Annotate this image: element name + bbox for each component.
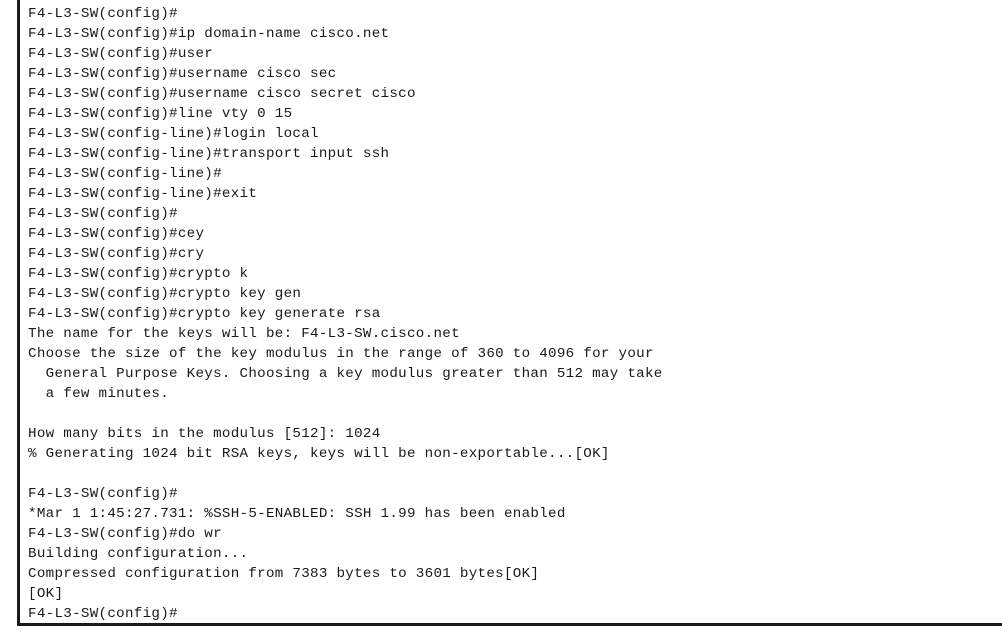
terminal-line: F4-L3-SW(config)#cey <box>28 226 205 242</box>
terminal-line: F4-L3-SW(config)#ip domain-name cisco.ne… <box>28 26 390 42</box>
terminal-line: F4-L3-SW(config-line)#transport input ss… <box>28 146 390 162</box>
terminal-line: F4-L3-SW(config)#crypto key gen <box>28 286 302 302</box>
terminal-line: Choose the size of the key modulus in th… <box>28 346 654 362</box>
terminal-line: F4-L3-SW(config)#username cisco secret c… <box>28 86 416 102</box>
terminal-line: F4-L3-SW(config)#user <box>28 46 214 62</box>
terminal-line: F4-L3-SW(config-line)#login local <box>28 126 319 142</box>
terminal-line: F4-L3-SW(config-line)# <box>28 166 222 182</box>
terminal-line: Compressed configuration from 7383 bytes… <box>28 566 540 582</box>
terminal-line: F4-L3-SW(config)# <box>28 6 178 22</box>
terminal-line: F4-L3-SW(config)#cry <box>28 246 205 262</box>
terminal-line: F4-L3-SW(config-line)#exit <box>28 186 258 202</box>
terminal-line: F4-L3-SW(config)# <box>28 206 178 222</box>
terminal-line: F4-L3-SW(config)#do wr <box>28 526 222 542</box>
terminal-line: How many bits in the modulus [512]: 1024 <box>28 426 381 442</box>
terminal-line: F4-L3-SW(config)#crypto k <box>28 266 249 282</box>
terminal-line: F4-L3-SW(config)#line vty 0 15 <box>28 106 293 122</box>
terminal-line: [OK] <box>28 586 64 602</box>
terminal-output[interactable]: F4-L3-SW(config)# F4-L3-SW(config)#ip dom… <box>28 4 663 624</box>
terminal-line: The name for the keys will be: F4-L3-SW.… <box>28 326 460 342</box>
terminal-line: *Mar 1 1:45:27.731: %SSH-5-ENABLED: SSH … <box>28 506 566 522</box>
terminal-line: a few minutes. <box>28 386 170 402</box>
terminal-line: % Generating 1024 bit RSA keys, keys wil… <box>28 446 610 462</box>
terminal-line: F4-L3-SW(config)#crypto key generate rsa <box>28 306 381 322</box>
terminal-line: F4-L3-SW(config)#username cisco sec <box>28 66 337 82</box>
terminal-line: General Purpose Keys. Choosing a key mod… <box>28 366 663 382</box>
terminal-line: Building configuration... <box>28 546 249 562</box>
terminal-line: F4-L3-SW(config)# <box>28 486 178 502</box>
terminal-prompt: F4-L3-SW(config)# <box>28 606 178 622</box>
